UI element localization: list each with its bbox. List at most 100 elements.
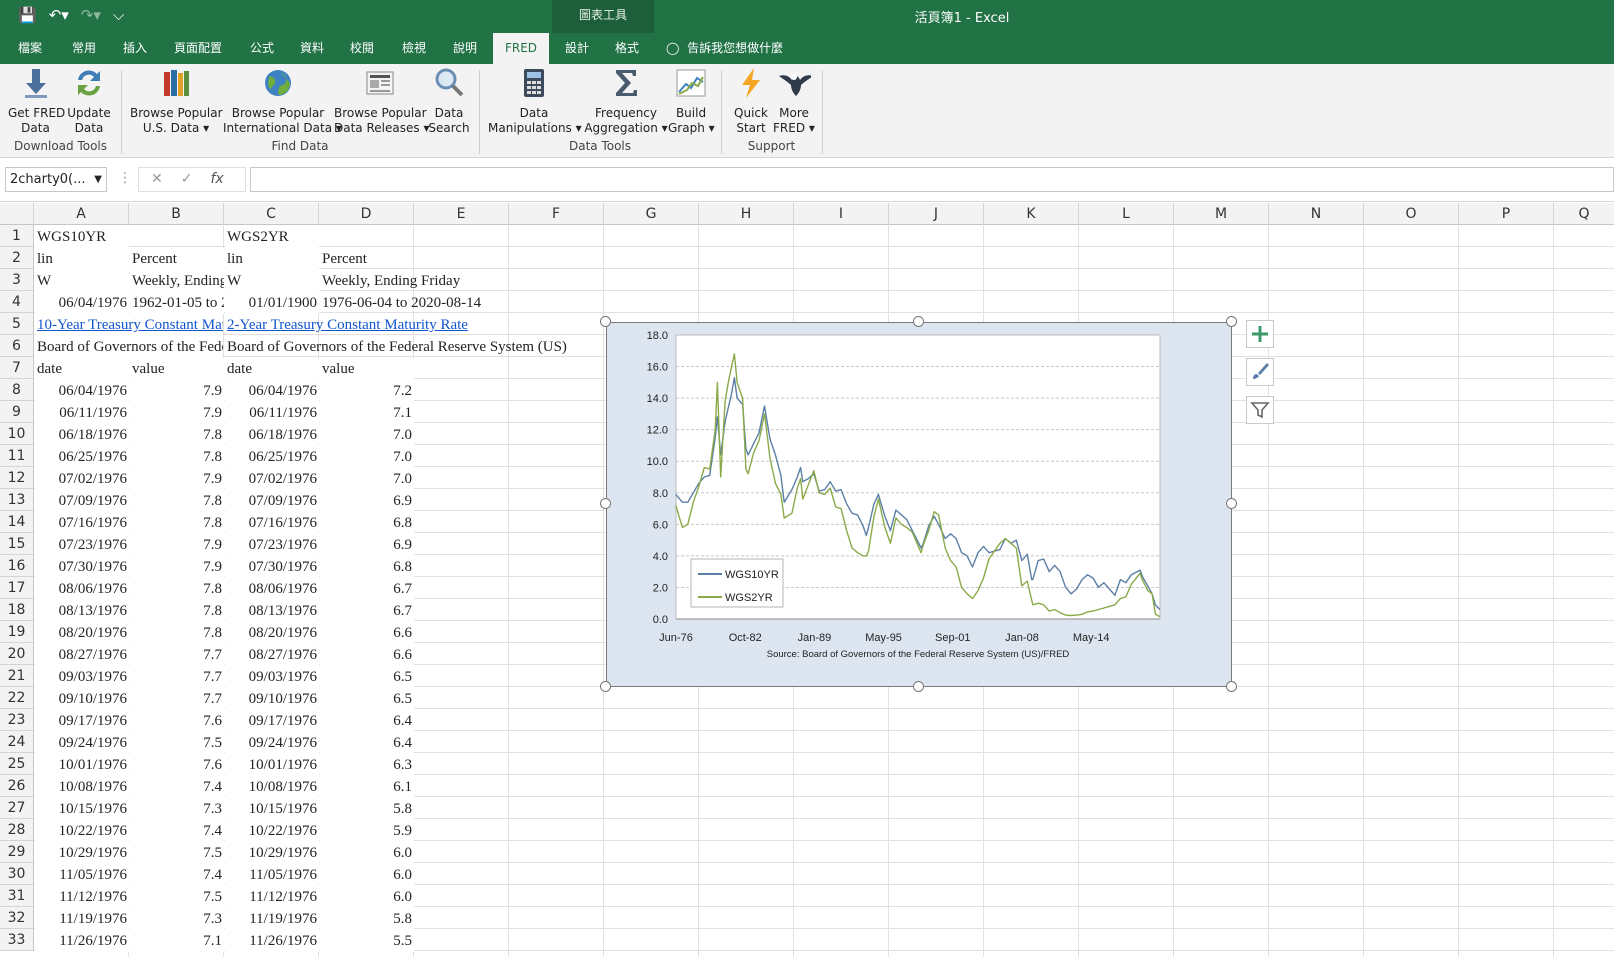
row-header[interactable]: 8	[0, 379, 34, 401]
cell[interactable]: 10/29/1976	[35, 842, 129, 864]
quick-start-button[interactable]: Quick Start	[729, 66, 773, 136]
cell[interactable]: 10/01/1976	[35, 754, 129, 776]
cell[interactable]: 09/03/1976	[35, 666, 129, 688]
cell[interactable]: value	[320, 358, 414, 380]
row-header[interactable]: 14	[0, 511, 34, 533]
chart-filters-button[interactable]	[1246, 396, 1274, 424]
cell[interactable]: 06/25/1976	[225, 446, 319, 468]
cell[interactable]: 07/23/1976	[35, 534, 129, 556]
cell[interactable]: 6.6	[320, 644, 414, 666]
row-header[interactable]: 15	[0, 533, 34, 555]
cell[interactable]: 10/22/1976	[35, 820, 129, 842]
row-header[interactable]: 22	[0, 687, 34, 709]
cell[interactable]: 7.8	[130, 512, 224, 534]
cell[interactable]: Weekly, Ending Friday	[320, 270, 520, 292]
resize-handle-bottom[interactable]	[913, 681, 924, 692]
cell[interactable]: 11/19/1976	[35, 908, 129, 930]
cell[interactable]: 7.0	[320, 424, 414, 446]
cell[interactable]: 11/26/1976	[35, 930, 129, 952]
column-header-f[interactable]: F	[509, 203, 604, 225]
row-header[interactable]: 31	[0, 885, 34, 907]
cell[interactable]: 7.4	[130, 864, 224, 886]
data-search-button[interactable]: Data Search	[428, 66, 470, 136]
column-header-c[interactable]: C	[224, 203, 319, 225]
cell[interactable]: 11/12/1976	[225, 886, 319, 908]
cell[interactable]: 07/02/1976	[35, 468, 129, 490]
cell[interactable]: 08/13/1976	[225, 600, 319, 622]
cell[interactable]: 6.7	[320, 600, 414, 622]
cell[interactable]: 09/10/1976	[35, 688, 129, 710]
name-box[interactable]: 2charty0(... ▼	[5, 167, 107, 192]
cell[interactable]: 10/15/1976	[35, 798, 129, 820]
column-header-i[interactable]: I	[794, 203, 889, 225]
cell[interactable]: lin	[225, 248, 319, 270]
tab-review[interactable]: 校閱	[340, 33, 384, 64]
cell[interactable]: Weekly, Ending Friday	[130, 270, 224, 292]
row-header[interactable]: 3	[0, 269, 34, 291]
cell[interactable]: W	[225, 270, 319, 292]
cell[interactable]: 07/23/1976	[225, 534, 319, 556]
resize-handle-top-left[interactable]	[600, 316, 611, 327]
cell[interactable]: 7.7	[130, 644, 224, 666]
cell[interactable]: 08/27/1976	[225, 644, 319, 666]
cell[interactable]: 11/12/1976	[35, 886, 129, 908]
cell[interactable]: 06/04/1976	[35, 292, 129, 314]
frequency-aggregation-button[interactable]: Frequency Aggregation ▾	[582, 66, 670, 136]
tab-fred[interactable]: FRED	[493, 33, 549, 64]
cell[interactable]: Board of Governors of the Federal Reserv…	[225, 336, 605, 358]
column-header-k[interactable]: K	[984, 203, 1079, 225]
cell[interactable]: 7.8	[130, 490, 224, 512]
cell[interactable]: 7.4	[130, 776, 224, 798]
column-header-e[interactable]: E	[414, 203, 509, 225]
browse-international-data-button[interactable]: Browse Popular International Data ▾	[223, 66, 342, 136]
row-header[interactable]: 4	[0, 291, 34, 313]
cell[interactable]: 7.9	[130, 556, 224, 578]
cell[interactable]: 08/20/1976	[35, 622, 129, 644]
cell[interactable]: 6.8	[320, 512, 414, 534]
row-header[interactable]: 20	[0, 643, 34, 665]
cell[interactable]: 10/15/1976	[225, 798, 319, 820]
cell[interactable]: 7.5	[130, 732, 224, 754]
cell[interactable]: 7.3	[130, 908, 224, 930]
cell[interactable]: 6.5	[320, 666, 414, 688]
cell[interactable]: 7.6	[130, 754, 224, 776]
row-header[interactable]: 24	[0, 731, 34, 753]
resize-handle-bottom-right[interactable]	[1226, 681, 1237, 692]
cell[interactable]: 08/13/1976	[35, 600, 129, 622]
cell[interactable]: 7.1	[320, 402, 414, 424]
cell[interactable]: 06/25/1976	[35, 446, 129, 468]
cell[interactable]: W	[35, 270, 129, 292]
cell[interactable]: 08/06/1976	[225, 578, 319, 600]
cell[interactable]: 08/20/1976	[225, 622, 319, 644]
cell[interactable]: 07/16/1976	[225, 512, 319, 534]
row-header[interactable]: 30	[0, 863, 34, 885]
column-header-j[interactable]: J	[889, 203, 984, 225]
column-header-a[interactable]: A	[34, 203, 129, 225]
cell[interactable]: 11/05/1976	[225, 864, 319, 886]
cell[interactable]: Percent	[130, 248, 224, 270]
tell-me-box[interactable]: ◯ 告訴我您想做什麼	[666, 33, 783, 64]
cell[interactable]: 07/09/1976	[225, 490, 319, 512]
cell[interactable]: 7.3	[130, 798, 224, 820]
tab-page-layout[interactable]: 頁面配置	[164, 33, 232, 64]
cell[interactable]: 7.7	[130, 688, 224, 710]
cell[interactable]: 09/17/1976	[35, 710, 129, 732]
column-header-m[interactable]: M	[1174, 203, 1269, 225]
select-all-corner[interactable]	[0, 203, 34, 225]
cell[interactable]: 6.4	[320, 710, 414, 732]
row-header[interactable]: 25	[0, 753, 34, 775]
row-header[interactable]: 23	[0, 709, 34, 731]
cell[interactable]: 06/04/1976	[35, 380, 129, 402]
get-fred-data-button[interactable]: Get FRED Data	[8, 66, 65, 136]
chart-object[interactable]: 0.0 2.0 4.0 6.0 8.0 10.0 12.0 14.0 16.0 18.0 Jun-7…	[606, 322, 1232, 687]
cell[interactable]: 7.0	[320, 468, 414, 490]
cell[interactable]: 7.9	[130, 402, 224, 424]
resize-handle-top-right[interactable]	[1226, 316, 1237, 327]
cell[interactable]: date	[35, 358, 129, 380]
cell[interactable]: 09/24/1976	[225, 732, 319, 754]
cell[interactable]: 07/30/1976	[225, 556, 319, 578]
cell[interactable]: 10/08/1976	[35, 776, 129, 798]
cell[interactable]: 07/16/1976	[35, 512, 129, 534]
cell[interactable]: 06/11/1976	[225, 402, 319, 424]
tab-chart-format[interactable]: 格式	[605, 33, 649, 64]
